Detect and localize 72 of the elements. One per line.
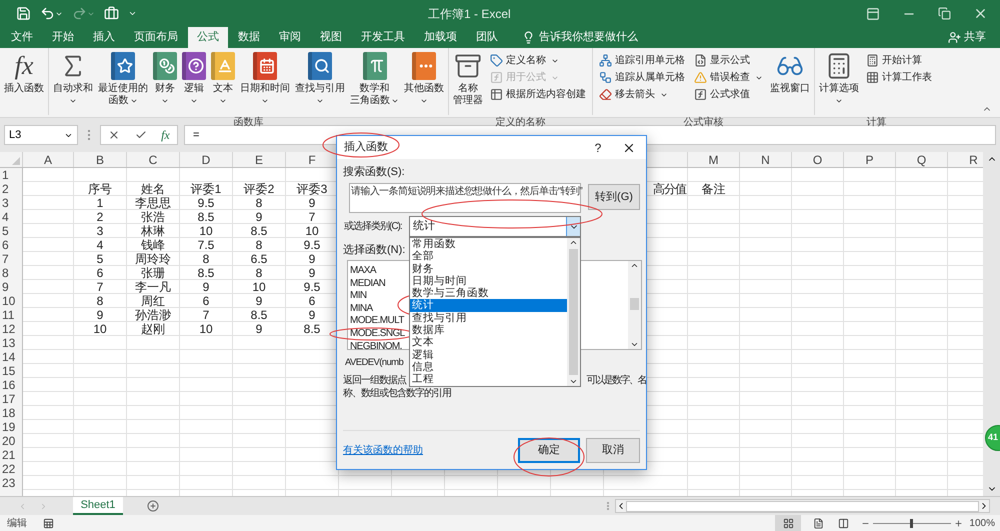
function-icon: fx — [14, 52, 34, 80]
table-cell: 9 — [256, 210, 262, 224]
table-cell: 8.5 — [250, 308, 268, 322]
table-cell: 6 — [308, 294, 316, 308]
table-cell: 钱峰 — [141, 238, 165, 252]
table-cell: 9 — [308, 252, 316, 266]
table-cell: 序号 — [88, 182, 112, 196]
table-cell: 李一凡 — [135, 280, 171, 294]
table-cell: 孙浩渺 — [135, 308, 171, 322]
group-label: 计算 — [866, 117, 886, 128]
table-cell: 10 — [305, 224, 319, 238]
table-cell: 3 — [96, 224, 104, 238]
table-cell: 评委3 — [296, 182, 328, 196]
status-text: 编辑 — [7, 516, 27, 530]
table-cell: 张浩 — [141, 210, 165, 224]
table-cell: 8 — [202, 252, 210, 266]
description-text: 称、数组或包含数字的引用 — [343, 387, 451, 400]
table-cell: 9.5 — [304, 280, 320, 294]
table-cell: 评委2 — [244, 182, 274, 196]
table-cell: 李思思 — [135, 196, 171, 210]
table-cell: 1 — [96, 196, 104, 210]
table-cell: 7 — [308, 210, 316, 224]
field-label: 搜索函数(S): — [343, 166, 405, 179]
table-cell: 9 — [308, 196, 316, 210]
table-cell: 赵刚 — [141, 322, 165, 336]
table-cell: 4 — [96, 238, 104, 252]
table-cell: 姓名 — [141, 182, 165, 196]
table-cell: 9 — [308, 266, 316, 280]
table-cell: 高分值 — [653, 182, 686, 196]
table-cell: 6.5 — [250, 252, 268, 266]
table-cell: 6 — [202, 294, 210, 308]
table-cell: 9 — [96, 308, 104, 322]
zoom-level: 100% — [969, 516, 995, 530]
table-cell: 周玲玲 — [135, 252, 171, 266]
table-cell: 8.5 — [198, 266, 214, 280]
table-cell: 张珊 — [141, 266, 165, 280]
group-label: 定义的名称 — [496, 117, 546, 128]
table-cell: 7 — [96, 280, 104, 294]
table-cell: 10 — [93, 322, 107, 336]
table-cell: 10 — [199, 322, 213, 336]
table-cell: 8.5 — [198, 210, 214, 224]
table-cell: 评委1 — [190, 182, 222, 196]
table-cell: 8.5 — [250, 224, 268, 238]
table-cell: 8 — [96, 294, 104, 308]
table-cell: 8 — [256, 238, 262, 252]
table-cell: 8.5 — [304, 322, 320, 336]
table-cell: 2 — [96, 210, 104, 224]
table-cell: 6 — [96, 266, 104, 280]
table-cell: 8 — [256, 196, 262, 210]
table-cell: 9 — [256, 322, 262, 336]
table-cell: 9 — [202, 280, 210, 294]
field-label: 或选择类别(C): — [344, 220, 403, 234]
table-cell: 9.5 — [198, 196, 214, 210]
table-cell: 备注 — [702, 182, 726, 196]
window-title: 工作簿1 - Excel — [428, 6, 511, 22]
field-label: 选择函数(N): — [343, 244, 406, 257]
table-cell: 5 — [96, 252, 104, 266]
function-signature: AVEDEV(numb — [345, 356, 404, 370]
table-cell: 7 — [202, 308, 210, 322]
table-cell: 周红 — [141, 294, 165, 308]
table-cell: 10 — [252, 280, 266, 294]
description-text: 返回一组数据点 — [343, 374, 406, 388]
table-cell: 8 — [256, 266, 262, 280]
table-cell: 林琳 — [141, 224, 165, 238]
table-cell: 9 — [308, 308, 316, 322]
group-label: 函数库 — [234, 117, 264, 128]
table-cell: 10 — [199, 224, 213, 238]
group-label: 公式审核 — [684, 117, 724, 128]
table-cell: 7.5 — [198, 238, 214, 252]
table-cell: 9.5 — [304, 238, 320, 252]
table-cell: 9 — [256, 294, 262, 308]
description-text: 可以是数字、名 — [586, 374, 646, 388]
